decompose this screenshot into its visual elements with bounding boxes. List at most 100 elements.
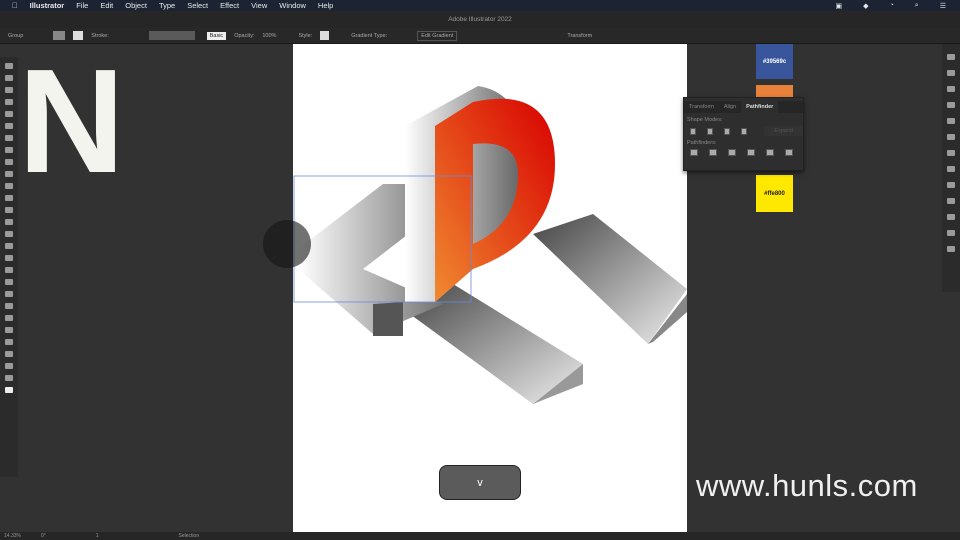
camera-icon[interactable]: ▣ [836,2,843,10]
status-bar: 14.33% 0° 1 Selection [0,532,960,540]
paintbrush-tool-icon[interactable] [5,171,13,177]
menu-view[interactable]: View [251,1,267,10]
artboard-tool-icon[interactable] [5,351,13,357]
wifi-icon[interactable]: ◔ [890,2,894,10]
exclude-icon[interactable] [741,127,748,135]
merge-icon[interactable] [728,149,736,156]
tab-pathfinder[interactable]: Pathfinder [741,101,779,113]
trim-icon[interactable] [709,149,717,156]
intersect-icon[interactable] [724,127,731,135]
perspective-tool-icon[interactable] [5,267,13,273]
export-icon[interactable] [947,214,955,220]
pen-tool-icon[interactable] [5,111,13,117]
unite-icon[interactable] [690,127,697,135]
menu-bar:  Illustrator File Edit Object Type Sele… [0,0,960,11]
expand-button[interactable]: Expand [764,126,803,136]
menu-window[interactable]: Window [279,1,306,10]
shaper-tool-icon[interactable] [5,183,13,189]
pathfinder-icon[interactable] [947,246,955,252]
type-tool-icon[interactable] [5,135,13,141]
style-swatch[interactable] [320,31,330,40]
rotate-tool-icon[interactable] [5,207,13,213]
align-icon[interactable] [947,230,955,236]
curvature-tool-icon[interactable] [5,123,13,129]
symbols-icon[interactable] [947,102,955,108]
menu-select[interactable]: Select [187,1,208,10]
gradient-icon[interactable] [947,150,955,156]
zoom-tool-icon[interactable] [5,375,13,381]
artboards-icon[interactable] [947,86,955,92]
3d-letters-artwork[interactable] [293,44,687,532]
system-tray: ▣ ◆ ◔ ⌕ ☰ [824,2,946,10]
outline-icon[interactable] [766,149,774,156]
control-center-icon[interactable]: ☰ [940,2,946,10]
apple-icon[interactable]:  [12,1,18,10]
menu-object[interactable]: Object [125,1,147,10]
menu-app[interactable]: Illustrator [30,1,65,10]
minus-front-icon[interactable] [707,127,714,135]
symbol-sprayer-tool-icon[interactable] [5,327,13,333]
blend-tool-icon[interactable] [5,315,13,321]
swatch-orange[interactable] [756,85,793,97]
cursor-highlight [263,220,311,268]
graph-tool-icon[interactable] [5,339,13,345]
menu-help[interactable]: Help [318,1,333,10]
window-title: Adobe Illustrator 2022 [0,11,960,28]
menu-effect[interactable]: Effect [220,1,239,10]
pathfinders-label: Pathfinders: [687,140,717,146]
fill-stroke-icon[interactable] [5,387,13,393]
control-bar: Group Stroke: Basic Opacity: 100% Style:… [0,28,960,44]
next-button[interactable]: v [439,465,521,500]
pathfinder-panel: Transform Align Pathfinder Shape Modes: … [683,97,804,171]
search-icon[interactable]: ⌕ [915,2,919,10]
tab-transform[interactable]: Transform [684,101,719,113]
menu-type[interactable]: Type [159,1,175,10]
dropbox-icon[interactable]: ◆ [863,2,868,10]
transform-button[interactable]: Transform [567,33,592,39]
tab-align[interactable]: Align [719,101,741,113]
appearance-icon[interactable] [947,182,955,188]
big-letter-n: N [18,39,125,204]
opacity-field[interactable]: 100% [262,33,276,39]
rotation-value[interactable]: 0° [41,533,46,539]
gradient-tool-icon[interactable] [5,291,13,297]
zoom-level[interactable]: 14.33% [4,533,21,539]
scale-tool-icon[interactable] [5,219,13,225]
edit-gradient-button[interactable]: Edit Gradient [417,30,458,41]
rectangle-tool-icon[interactable] [5,159,13,165]
line-tool-icon[interactable] [5,147,13,153]
lasso-tool-icon[interactable] [5,99,13,105]
mesh-tool-icon[interactable] [5,279,13,285]
opacity-label: Opacity: [234,32,255,39]
current-tool: Selection [178,533,200,539]
direct-selection-tool-icon[interactable] [5,75,13,81]
magic-wand-tool-icon[interactable] [5,87,13,93]
hand-tool-icon[interactable] [5,363,13,369]
shape-modes-label: Shape Modes: [687,117,723,123]
transparency-icon[interactable] [947,166,955,172]
brushes-icon[interactable] [947,118,955,124]
brush-select[interactable]: Basic [206,31,227,40]
minus-back-icon[interactable] [785,149,793,156]
menu-edit[interactable]: Edit [100,1,113,10]
layers-icon[interactable] [947,198,955,204]
divide-icon[interactable] [690,149,698,156]
shape-builder-tool-icon[interactable] [5,255,13,261]
swatch-yellow[interactable]: #ffe800 [756,175,793,212]
properties-icon[interactable] [947,70,955,76]
free-transform-tool-icon[interactable] [5,243,13,249]
eyedropper-tool-icon[interactable] [5,303,13,309]
stroke-weight-field[interactable] [148,31,195,40]
tools-panel [0,57,18,477]
swatch-blue[interactable]: #39569c [756,44,793,79]
warp-tool-icon[interactable] [5,231,13,237]
selection-tool-icon[interactable] [5,63,13,69]
artboard[interactable] [293,44,687,532]
k-arm-side [373,302,403,336]
eraser-tool-icon[interactable] [5,195,13,201]
libraries-icon[interactable] [947,54,955,60]
menu-file[interactable]: File [76,1,88,10]
crop-icon[interactable] [747,149,755,156]
stroke-icon[interactable] [947,134,955,140]
artboard-number[interactable]: 1 [96,533,99,539]
